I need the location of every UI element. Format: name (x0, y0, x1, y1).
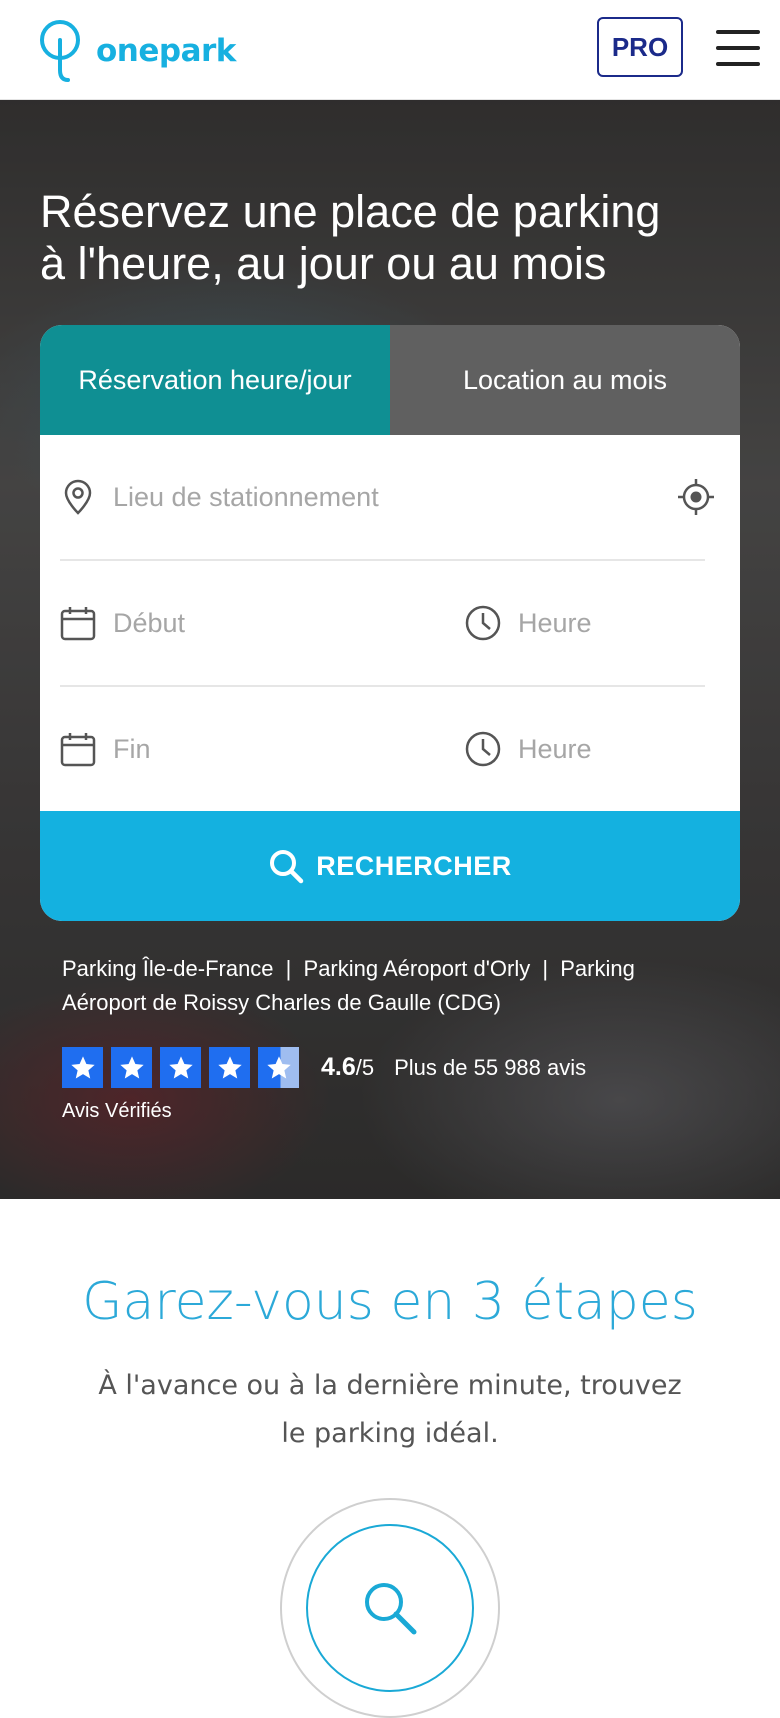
link-orly[interactable]: Parking Aéroport d'Orly (304, 956, 531, 981)
steps-title: Garez-vous en 3 étapes (82, 1272, 698, 1332)
rating-score: 4.6/5 (321, 1053, 375, 1081)
end-date-input[interactable]: Fin (113, 734, 151, 765)
star-partial-icon (258, 1047, 299, 1088)
link-separator: | (285, 956, 292, 981)
calendar-icon (60, 731, 96, 767)
search-icon (365, 1583, 417, 1635)
step-circle-inner (306, 1524, 474, 1692)
start-time-input[interactable]: Heure (518, 608, 592, 639)
hamburger-icon[interactable] (716, 30, 760, 66)
pro-button[interactable]: PRO (597, 17, 683, 77)
hero-section: Réservez une place de parking à l'heure,… (0, 100, 780, 1199)
hero-title: Réservez une place de parking à l'heure,… (40, 186, 661, 289)
popular-links: Parking Île-de-France | Parking Aéroport… (62, 952, 722, 1020)
location-pin-logo-icon (40, 20, 80, 82)
link-ile-de-france[interactable]: Parking Île-de-France (62, 956, 274, 981)
location-field[interactable]: Lieu de stationnement (60, 435, 660, 559)
map-pin-icon (60, 479, 96, 515)
end-time-field[interactable]: Heure (465, 687, 592, 811)
link-separator: | (542, 956, 549, 981)
search-button-label: RECHERCHER (316, 850, 512, 881)
clock-icon (465, 731, 501, 767)
star-icon (160, 1047, 201, 1088)
start-date-field[interactable]: Début (60, 561, 185, 685)
booking-card: Réservation heure/jour Location au mois … (40, 325, 740, 921)
end-time-input[interactable]: Heure (518, 734, 592, 765)
site-header: onepark PRO (0, 0, 780, 100)
star-icon (111, 1047, 152, 1088)
onepark-logo[interactable]: onepark (38, 18, 236, 84)
rating-block[interactable]: 4.6/5 Plus de 55 988 avis (62, 1047, 586, 1088)
booking-form: Lieu de stationnement Début Heure Fin He… (40, 435, 740, 811)
booking-tabs: Réservation heure/jour Location au mois (40, 325, 740, 435)
tab-hourly-daily[interactable]: Réservation heure/jour (40, 325, 390, 435)
location-row: Lieu de stationnement (60, 435, 714, 561)
end-row: Fin Heure (60, 687, 705, 811)
steps-subtitle: À l'avance ou à la dernière minute, trou… (98, 1370, 682, 1449)
search-icon (268, 848, 304, 884)
location-input[interactable]: Lieu de stationnement (113, 482, 379, 513)
clock-icon (465, 605, 501, 641)
review-count: Plus de 55 988 avis (394, 1054, 587, 1080)
rating-stars (62, 1047, 307, 1088)
start-date-input[interactable]: Début (113, 608, 185, 639)
calendar-icon (60, 605, 96, 641)
tab-monthly[interactable]: Location au mois (390, 325, 740, 435)
brand-name: onepark (96, 33, 236, 69)
star-icon (62, 1047, 103, 1088)
end-date-field[interactable]: Fin (60, 687, 151, 811)
search-button[interactable]: RECHERCHER (40, 811, 740, 921)
verified-reviews-label[interactable]: Avis Vérifiés (62, 1100, 172, 1123)
start-row: Début Heure (60, 561, 705, 687)
star-icon (209, 1047, 250, 1088)
geolocate-icon[interactable] (677, 478, 715, 521)
start-time-field[interactable]: Heure (465, 561, 592, 685)
